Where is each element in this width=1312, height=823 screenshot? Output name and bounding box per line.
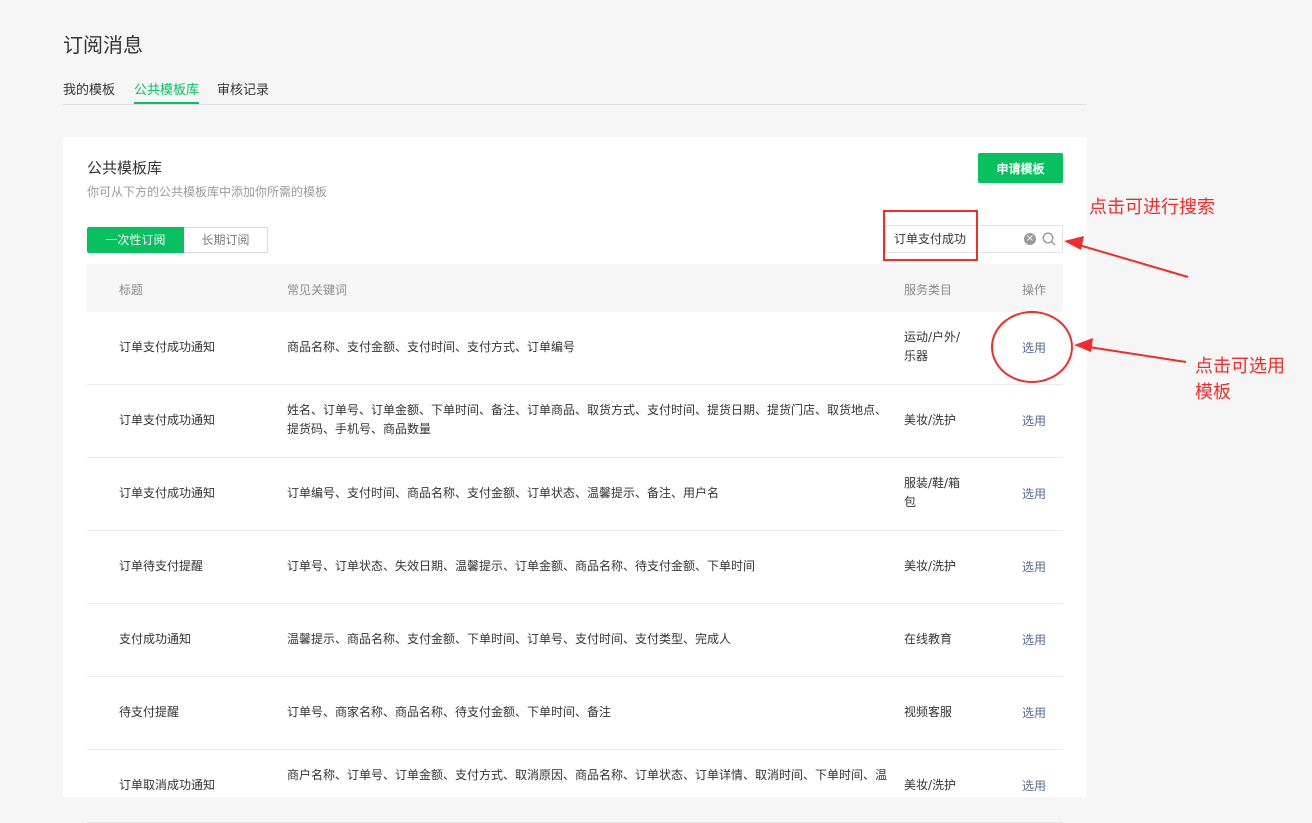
search-annotation: 点击可进行搜索 (1089, 197, 1215, 218)
arrow-head-icon (1074, 338, 1093, 352)
arrow-head-icon (1064, 236, 1084, 250)
annotation-arrows (1064, 236, 1189, 363)
select-annotation-line2: 模板 (1195, 382, 1231, 403)
select-annotation-line1: 点击可选用 (1195, 356, 1285, 377)
